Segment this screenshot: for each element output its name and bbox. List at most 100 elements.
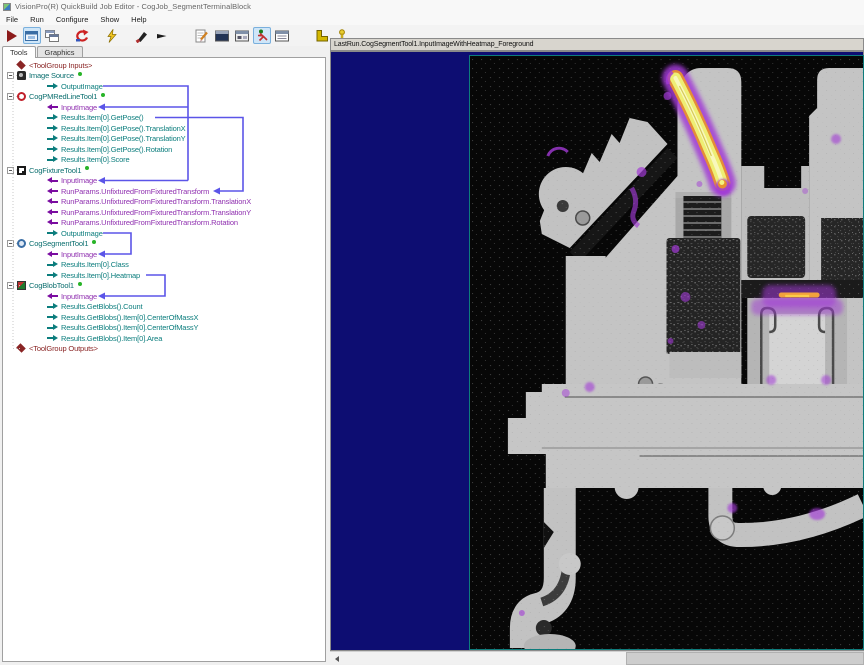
tree-row-cogfixturetool1[interactable]: CogFixtureTool1 [3, 165, 325, 176]
tree-node-label: CogSegmentTool1 [29, 239, 88, 248]
tree-row-output[interactable]: Results.Item[0].GetPose() [3, 113, 325, 124]
toolgroup-terminal-icon [17, 345, 26, 352]
tree-node-label: Results.GetBlobs().Count [61, 302, 142, 311]
tree-node-label: CogBlobTool1 [29, 281, 74, 290]
collapse-box[interactable] [7, 93, 14, 100]
tree-row-input[interactable]: RunParams.UnfixturedFromFixturedTransfor… [3, 186, 325, 197]
collapse-box[interactable] [7, 282, 14, 289]
input-arrow-icon [47, 188, 58, 195]
heatmap-image[interactable] [469, 55, 864, 650]
tree-row-output[interactable]: Results.Item[0].GetPose().Rotation [3, 144, 325, 155]
tree-node-label: Results.Item[0].GetPose() [61, 113, 144, 122]
horizontal-scrollbar[interactable] [330, 651, 864, 664]
tree-row-input[interactable]: RunParams.UnfixturedFromFixturedTransfor… [3, 197, 325, 208]
menu-run[interactable]: Run [30, 15, 44, 24]
enable-triggers-button[interactable] [103, 27, 121, 44]
live-window-icon [24, 29, 40, 43]
tree-node-label: CogFixtureTool1 [29, 166, 81, 175]
tree-row-input[interactable]: RunParams.UnfixturedFromFixturedTransfor… [3, 218, 325, 229]
tree-row-output[interactable]: Results.GetBlobs().Item[0].CenterOfMassY [3, 323, 325, 334]
collapse-box[interactable] [7, 240, 14, 247]
tree-row-toolgroup-inputs[interactable]: <ToolGroup Inputs> [3, 60, 325, 71]
status-ok-dot [85, 166, 89, 170]
input-arrow-icon [47, 198, 58, 205]
show-posted-items-button[interactable] [273, 27, 291, 44]
run-job-button[interactable] [3, 27, 21, 44]
terminal-block-image [470, 56, 863, 649]
tree-row-toolgroup-outputs[interactable]: <ToolGroup Outputs> [3, 344, 325, 355]
collapse-box[interactable] [7, 72, 14, 79]
tree-row-cogblobtool1[interactable]: CogBlobTool1 [3, 281, 325, 292]
image-display-area[interactable] [330, 51, 864, 651]
input-arrow-icon [47, 104, 58, 111]
pointer-icon [154, 29, 170, 43]
window-list-icon [274, 29, 290, 43]
profiler-button[interactable] [313, 27, 331, 44]
tree-node-label: Results.GetBlobs().Item[0].CenterOfMassX [61, 313, 198, 322]
tree-node-label: <ToolGroup Inputs> [29, 61, 92, 70]
tree-row-cogsegmenttool1[interactable]: CogSegmentTool1 [3, 239, 325, 250]
output-arrow-icon [47, 156, 58, 163]
tree-row-output[interactable]: OutputImage [3, 228, 325, 239]
boot-icon [314, 29, 330, 43]
tree-node-label: OutputImage [61, 82, 103, 91]
tree-row-input[interactable]: InputImage [3, 291, 325, 302]
window-title: VisionPro(R) QuickBuild Job Editor - Cog… [15, 2, 251, 11]
cascade-windows-button[interactable] [43, 27, 61, 44]
tree-node-label: Results.Item[0].GetPose().TranslationY [61, 134, 186, 143]
tree-row-output[interactable]: Results.Item[0].GetPose().TranslationY [3, 134, 325, 145]
displayed-record-selector[interactable]: LastRun.CogSegmentTool1.InputImageWithHe… [330, 38, 864, 51]
output-arrow-icon [47, 335, 58, 342]
pmalign-redline-tool-icon [17, 92, 26, 101]
collapse-box[interactable] [7, 167, 14, 174]
menu-show[interactable]: Show [100, 15, 119, 24]
input-arrow-icon [47, 177, 58, 184]
run-mode-button[interactable] [253, 27, 271, 44]
tree-row-output[interactable]: Results.Item[0].Score [3, 155, 325, 166]
tree-row-input[interactable]: InputImage [3, 249, 325, 260]
tree-row-cogpmredlinetool1[interactable]: CogPMRedLineTool1 [3, 92, 325, 103]
tree-row-output[interactable]: Results.Item[0].Heatmap [3, 270, 325, 281]
fixture-tool-icon [17, 166, 26, 175]
tree-node-label: Image Source [29, 71, 74, 80]
tree-row-input[interactable]: RunParams.UnfixturedFromFixturedTransfor… [3, 207, 325, 218]
tool-tree-panel: <ToolGroup Inputs> Image Source OutputIm… [2, 57, 326, 662]
output-arrow-icon [47, 314, 58, 321]
segment-tool-icon [17, 239, 26, 248]
tree-row-output[interactable]: Results.GetBlobs().Item[0].CenterOfMassX [3, 312, 325, 323]
menu-file[interactable]: File [6, 15, 18, 24]
notepad-icon [194, 29, 210, 43]
scroll-left-arrow[interactable] [330, 652, 344, 665]
reset-button[interactable] [73, 27, 91, 44]
tree-node-label: RunParams.UnfixturedFromFixturedTransfor… [61, 208, 251, 217]
tree-node-label: InputImage [61, 103, 97, 112]
lightning-icon [104, 29, 120, 43]
menu-help[interactable]: Help [131, 15, 146, 24]
tab-tools[interactable]: Tools [2, 46, 36, 58]
tree-row-output[interactable]: Results.Item[0].Class [3, 260, 325, 271]
status-ok-dot [78, 72, 82, 76]
input-arrow-icon [47, 251, 58, 258]
run-continuous-button[interactable] [23, 27, 41, 44]
output-arrow-icon [47, 83, 58, 90]
input-arrow-icon [47, 293, 58, 300]
tree-row-input[interactable]: InputImage [3, 176, 325, 187]
menu-configure[interactable]: Configure [56, 15, 89, 24]
paint-tool-button[interactable] [133, 27, 151, 44]
tree-node-label: RunParams.UnfixturedFromFixturedTransfor… [61, 187, 209, 196]
scrollbar-thumb[interactable] [626, 652, 864, 665]
status-ok-dot [101, 93, 105, 97]
tree-node-label: Results.Item[0].Score [61, 155, 130, 164]
tree-row-output[interactable]: Results.Item[0].GetPose().TranslationX [3, 123, 325, 134]
show-io-window-button[interactable] [233, 27, 251, 44]
tree-row-image-source[interactable]: Image Source [3, 71, 325, 82]
show-image-window-button[interactable] [213, 27, 231, 44]
tree-row-input[interactable]: InputImage [3, 102, 325, 113]
status-ok-dot [92, 240, 96, 244]
edit-job-button[interactable] [193, 27, 211, 44]
tree-row-output[interactable]: OutputImage [3, 81, 325, 92]
tree-row-output[interactable]: Results.GetBlobs().Count [3, 302, 325, 313]
play-icon [4, 29, 20, 43]
tree-row-output[interactable]: Results.GetBlobs().Item[0].Area [3, 333, 325, 344]
pointer-tool-button[interactable] [153, 27, 171, 44]
